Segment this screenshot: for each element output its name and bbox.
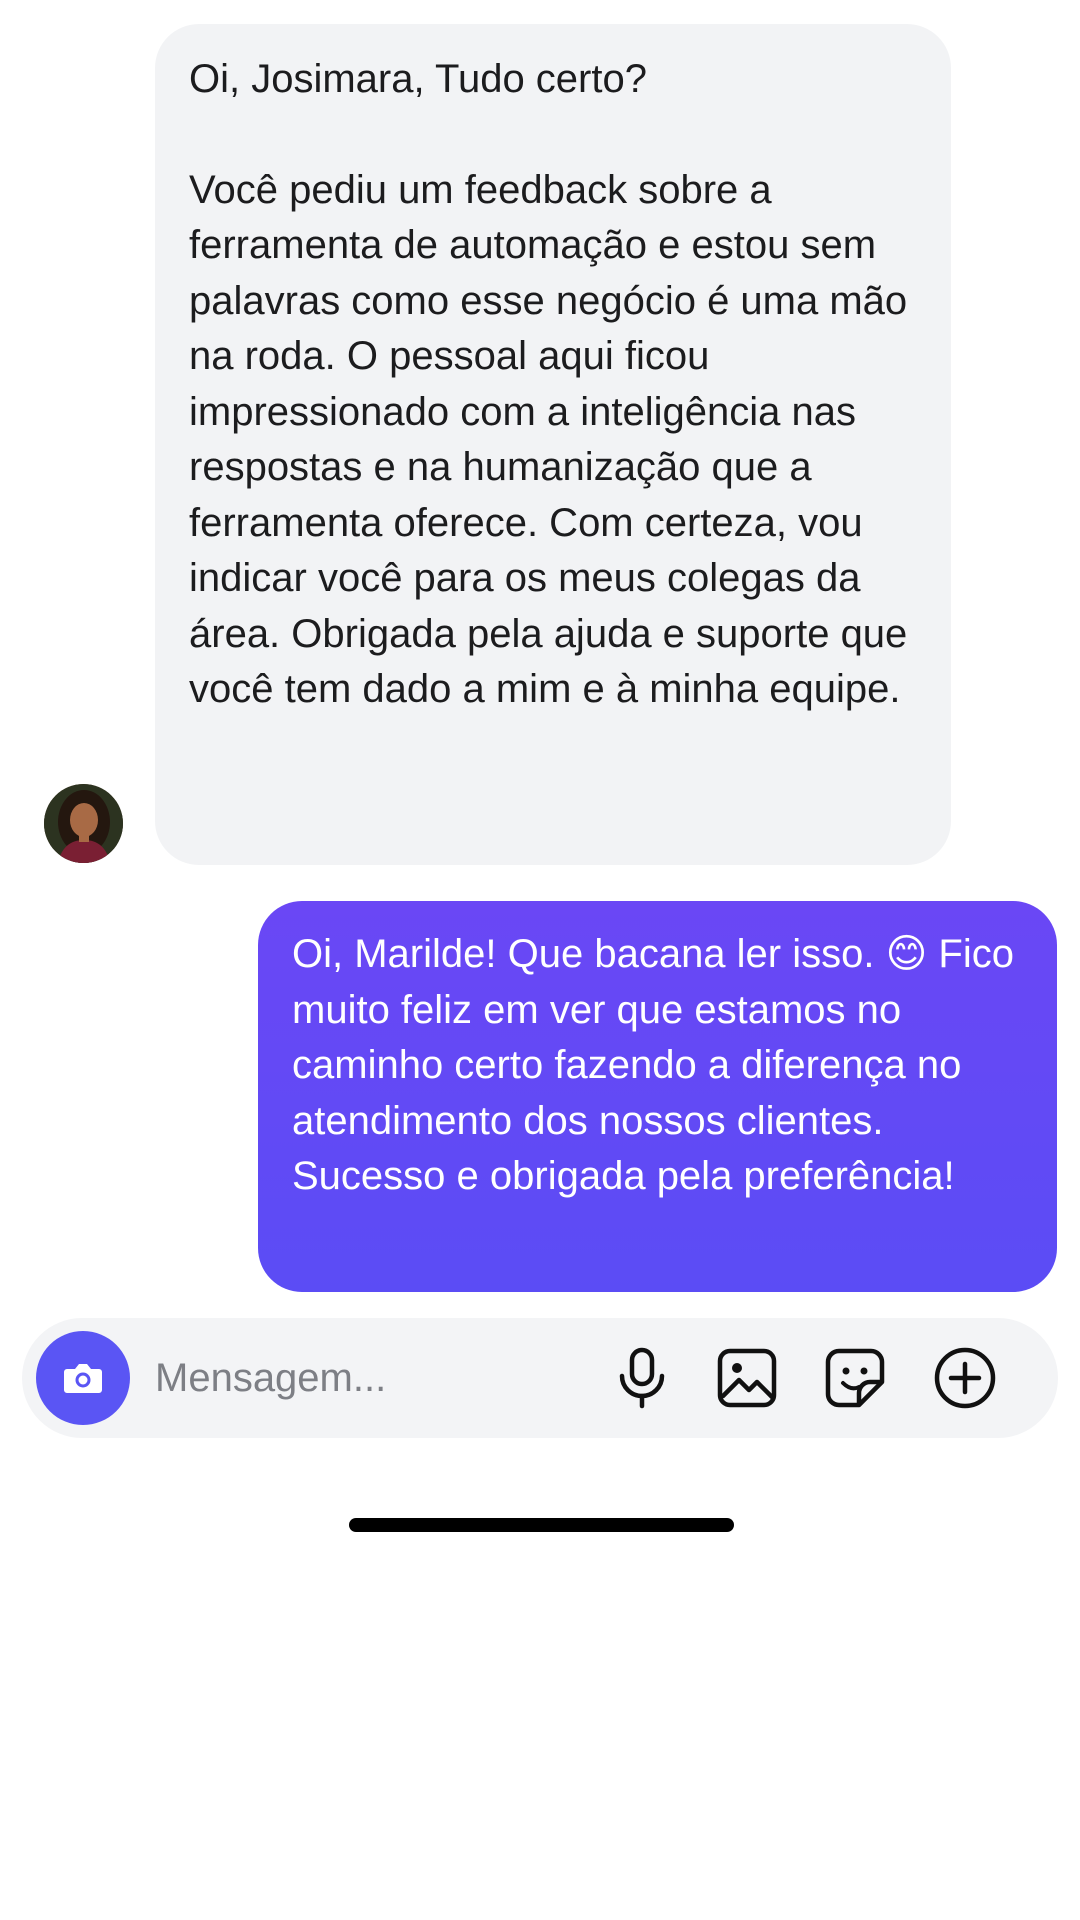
camera-button[interactable] — [36, 1331, 130, 1425]
plus-circle-icon — [934, 1347, 996, 1409]
sent-message-bubble[interactable]: Oi, Marilde! Que bacana ler isso. 😊 Fico… — [258, 901, 1057, 1292]
message-thread: Oi, Josimara, Tudo certo? Você pediu um … — [0, 0, 1080, 1920]
sticker-button[interactable] — [820, 1343, 890, 1413]
camera-icon — [64, 1364, 102, 1393]
home-indicator[interactable] — [349, 1518, 734, 1532]
image-icon — [717, 1348, 777, 1408]
message-input[interactable] — [155, 1346, 595, 1410]
avatar-photo — [44, 784, 123, 863]
received-message-greeting: Oi, Josimara, Tudo certo? — [189, 57, 647, 101]
microphone-icon — [619, 1347, 665, 1409]
received-message-bubble[interactable]: Oi, Josimara, Tudo certo? Você pediu um … — [155, 24, 951, 865]
received-message-text: Você pediu um feedback sobre a ferrament… — [189, 167, 908, 712]
add-button[interactable] — [930, 1343, 1000, 1413]
avatar[interactable] — [44, 784, 123, 863]
message-composer — [22, 1318, 1058, 1438]
sent-message-text: Oi, Marilde! Que bacana ler isso. 😊 Fico… — [292, 932, 1014, 1198]
microphone-button[interactable] — [607, 1343, 677, 1413]
gallery-button[interactable] — [712, 1343, 782, 1413]
sticker-icon — [825, 1348, 885, 1408]
